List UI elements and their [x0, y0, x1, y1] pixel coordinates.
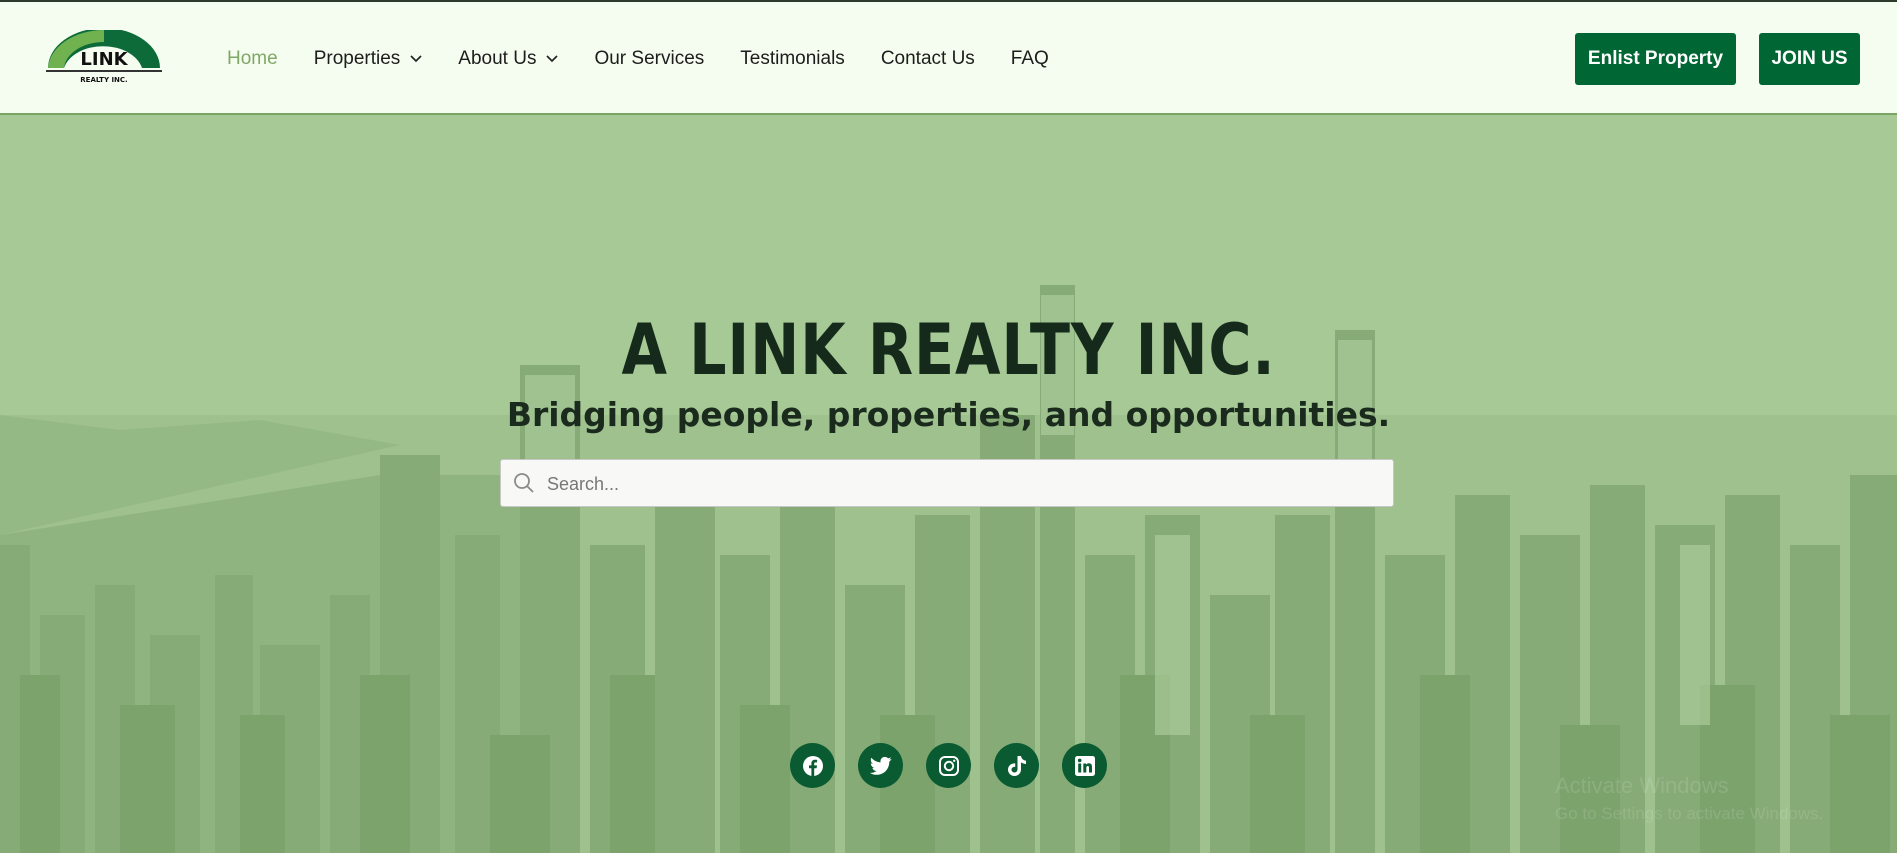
nav-our-services[interactable]: Our Services — [594, 48, 704, 70]
hero-subtitle: Bridging people, properties, and opportu… — [506, 395, 1391, 434]
nav-home-label: Home — [227, 47, 278, 69]
facebook-icon — [802, 755, 823, 776]
nav-properties-label: Properties — [313, 47, 401, 69]
nav-home[interactable]: Home — [227, 48, 278, 70]
search-input[interactable] — [545, 460, 1369, 508]
logo-text: LINK — [80, 49, 128, 70]
site-header: LINK REALTY INC. Home Properties About U… — [0, 2, 1897, 115]
linkedin-icon — [1074, 755, 1095, 776]
linkedin-button[interactable] — [1062, 743, 1107, 788]
windows-activation-watermark: Activate Windows Go to Settings to activ… — [1555, 772, 1823, 828]
join-us-button[interactable]: JOIN US — [1759, 33, 1860, 85]
chevron-down-icon — [546, 54, 559, 62]
hero-title: A LINK REALTY INC. — [621, 309, 1276, 391]
enlist-property-button[interactable]: Enlist Property — [1575, 33, 1736, 85]
facebook-button[interactable] — [790, 743, 835, 788]
nav-testimonials[interactable]: Testimonials — [740, 48, 845, 70]
instagram-button[interactable] — [926, 743, 971, 788]
main-nav: Home Properties About Us Our Services Te… — [227, 2, 1085, 115]
nav-about-us[interactable]: About Us — [458, 47, 559, 70]
nav-our-services-label: Our Services — [594, 47, 705, 69]
tiktok-button[interactable] — [994, 743, 1039, 788]
nav-properties[interactable]: Properties — [314, 48, 423, 70]
nav-testimonials-label: Testimonials — [740, 47, 845, 69]
tiktok-icon — [1007, 755, 1026, 776]
logo-subtext: REALTY INC. — [80, 76, 127, 84]
search-icon — [514, 473, 534, 493]
nav-about-us-label: About Us — [458, 47, 537, 69]
chevron-down-icon — [410, 54, 422, 62]
twitter-button[interactable] — [858, 743, 903, 788]
nav-faq[interactable]: FAQ — [1011, 48, 1049, 70]
instagram-icon — [938, 755, 959, 776]
nav-contact-us[interactable]: Contact Us — [881, 48, 975, 70]
watermark-line1: Activate Windows — [1555, 773, 1729, 798]
hero-section: A LINK REALTY INC. Bridging people, prop… — [0, 115, 1897, 853]
company-logo[interactable]: LINK REALTY INC. — [42, 28, 166, 90]
nav-contact-us-label: Contact Us — [880, 47, 975, 69]
nav-faq-label: FAQ — [1010, 47, 1049, 69]
twitter-icon — [869, 756, 892, 775]
watermark-line2: Go to Settings to activate Windows. — [1555, 804, 1824, 823]
search-bar[interactable] — [500, 459, 1394, 508]
